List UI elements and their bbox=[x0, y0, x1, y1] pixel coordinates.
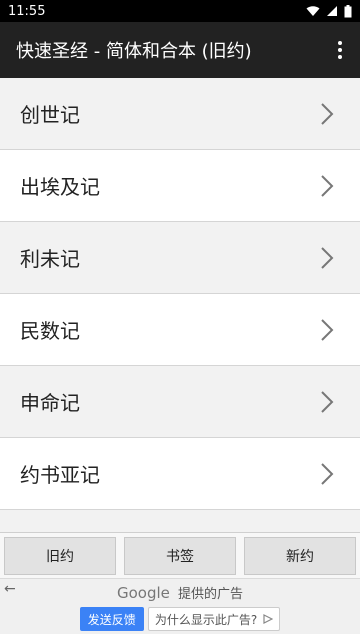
send-feedback-button[interactable]: 发送反馈 bbox=[79, 607, 144, 631]
tab-new-testament[interactable]: 新约 bbox=[244, 536, 356, 575]
why-this-ad-label: 为什么显示此广告? bbox=[154, 612, 258, 627]
chevron-right-icon bbox=[321, 318, 334, 341]
list-partial-row bbox=[0, 510, 360, 532]
signal-icon bbox=[327, 6, 337, 16]
book-item-genesis[interactable]: 创世记 bbox=[0, 78, 360, 150]
book-label: 创世记 bbox=[20, 103, 80, 127]
book-item-joshua[interactable]: 约书亚记 bbox=[0, 438, 360, 510]
book-item-exodus[interactable]: 出埃及记 bbox=[0, 150, 360, 222]
chevron-right-icon bbox=[321, 390, 334, 413]
chevron-right-icon bbox=[321, 174, 334, 197]
book-item-deuteronomy[interactable]: 申命记 bbox=[0, 366, 360, 438]
book-label: 出埃及记 bbox=[20, 175, 100, 199]
chevron-right-icon bbox=[321, 102, 334, 125]
chevron-right-icon bbox=[321, 462, 334, 485]
book-item-numbers[interactable]: 民数记 bbox=[0, 294, 360, 366]
status-bar: 11:55 bbox=[0, 0, 360, 22]
ad-buttons: 发送反馈 为什么显示此广告? bbox=[0, 607, 360, 631]
wifi-icon bbox=[306, 6, 320, 16]
google-logo: Google bbox=[116, 584, 170, 602]
tab-bar: 旧约 书签 新约 bbox=[0, 532, 360, 578]
ad-provided-text: 提供的广告 bbox=[178, 587, 244, 602]
app-title: 快速圣经 - 简体和合本 (旧约) bbox=[16, 41, 252, 62]
battery-icon bbox=[344, 4, 352, 17]
book-label: 约书亚记 bbox=[20, 463, 100, 487]
tab-old-testament[interactable]: 旧约 bbox=[4, 536, 116, 575]
status-time: 11:55 bbox=[8, 3, 46, 19]
ad-banner: ← Google 提供的广告 发送反馈 为什么显示此广告? bbox=[0, 578, 360, 634]
why-this-ad-button[interactable]: 为什么显示此广告? bbox=[147, 607, 281, 631]
status-icons bbox=[306, 4, 352, 18]
book-label: 利未记 bbox=[20, 247, 80, 271]
tab-bookmarks[interactable]: 书签 bbox=[124, 536, 236, 575]
ad-provider-line: Google 提供的广告 bbox=[0, 583, 360, 602]
book-label: 申命记 bbox=[20, 391, 80, 415]
book-item-leviticus[interactable]: 利未记 bbox=[0, 222, 360, 294]
ad-choices-icon bbox=[263, 614, 274, 624]
app-bar: 快速圣经 - 简体和合本 (旧约) bbox=[0, 22, 360, 78]
book-label: 民数记 bbox=[20, 319, 80, 343]
chevron-right-icon bbox=[321, 246, 334, 269]
book-list: 创世记 出埃及记 利未记 民数记 申命记 约书亚记 bbox=[0, 78, 360, 532]
more-vert-icon[interactable] bbox=[332, 35, 348, 65]
